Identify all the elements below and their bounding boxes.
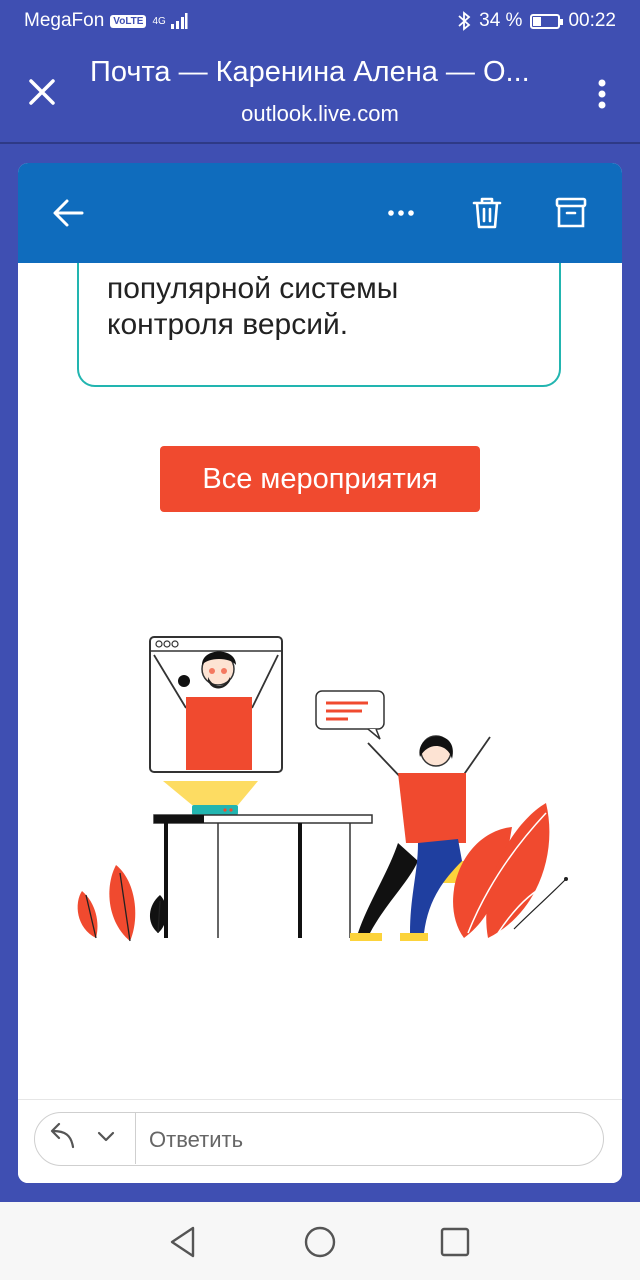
video-window xyxy=(149,636,283,773)
network-type: 4G xyxy=(152,15,166,27)
bluetooth-icon xyxy=(458,11,471,31)
reply-placeholder: Ответить xyxy=(149,1127,244,1152)
status-right: 34 % 00:22 xyxy=(457,10,616,32)
trash-icon[interactable] xyxy=(464,190,510,236)
nav-recents-icon[interactable] xyxy=(435,1222,475,1262)
plant-left xyxy=(77,865,167,942)
plant-right xyxy=(453,803,568,938)
clock: 00:22 xyxy=(568,10,616,31)
all-events-button[interactable]: Все мероприятия xyxy=(160,446,480,512)
system-nav-bar xyxy=(0,1202,640,1280)
text-callout: популярной системы контроля версий. xyxy=(77,263,561,387)
reply-field[interactable]: Ответить xyxy=(34,1112,604,1166)
archive-icon[interactable] xyxy=(548,190,594,236)
signal-icon xyxy=(170,13,188,29)
mail-toolbar xyxy=(18,163,622,263)
nav-back-icon[interactable] xyxy=(163,1222,203,1262)
carrier-name: MegaFon xyxy=(24,10,105,31)
nav-home-icon[interactable] xyxy=(300,1222,340,1262)
mail-body: популярной системы контроля версий. Все … xyxy=(18,263,622,1099)
browser-header: Почта — Каренина Алена — О... outlook.li… xyxy=(0,44,640,142)
reply-bar: Ответить xyxy=(18,1099,622,1183)
battery-fill xyxy=(533,16,542,26)
battery-percent: 34 % xyxy=(479,10,523,31)
page-title: Почта — Каренина Алена — О... xyxy=(90,56,530,88)
video-call-illustration xyxy=(77,636,568,942)
desk xyxy=(153,814,373,938)
status-left: MegaFon VoLTE 4G xyxy=(24,10,188,32)
mail-card: популярной системы контроля версий. Все … xyxy=(18,163,622,1183)
reply-options-button[interactable] xyxy=(35,1113,136,1164)
status-bar: MegaFon VoLTE 4G 34 % 00:22 xyxy=(0,0,640,44)
page-url: outlook.live.com xyxy=(241,101,399,126)
more-horiz-icon[interactable] xyxy=(378,190,424,236)
projector xyxy=(163,781,258,815)
back-arrow-icon[interactable] xyxy=(46,190,92,236)
volte-badge: VoLTE xyxy=(110,14,147,28)
speech-bubble xyxy=(315,690,385,740)
more-vert-icon[interactable] xyxy=(590,74,614,114)
battery-icon xyxy=(530,13,564,29)
header-divider xyxy=(0,142,640,144)
callout-text: популярной системы контроля версий. xyxy=(107,272,399,341)
